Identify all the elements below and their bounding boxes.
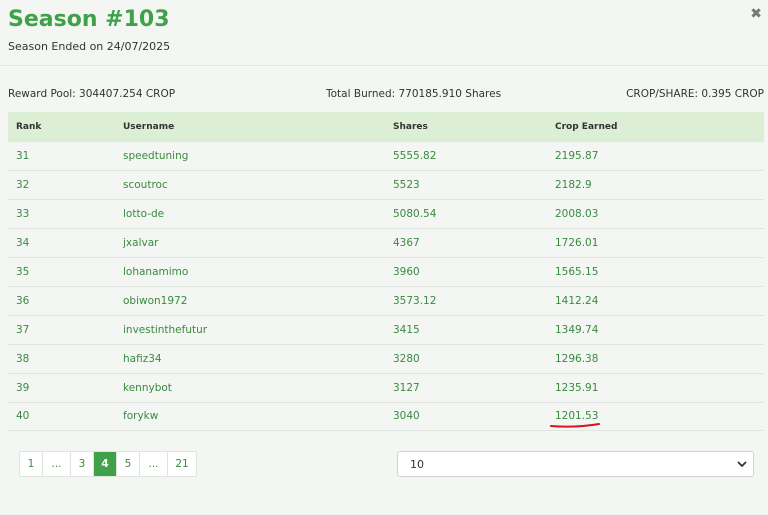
crop-earned-cell: 1412.24 [555, 294, 599, 307]
season-stats: Reward Pool: 304407.254 CROP Total Burne… [8, 88, 764, 102]
page-button-1[interactable]: 1 [20, 452, 43, 476]
table-row: 38 hafiz34 3280 1296.38 [8, 344, 764, 374]
username-cell[interactable]: investinthefutur [123, 315, 393, 344]
crop-per-share: CROP/SHARE: 0.395 CROP [626, 88, 764, 100]
season-modal: Season #103 Season Ended on 24/07/2025 ✖… [0, 0, 768, 515]
page-button-3[interactable]: 3 [71, 452, 94, 476]
column-header-shares: Shares [393, 122, 428, 132]
page-ellipsis: ... [43, 452, 71, 476]
crop-earned-cell: 1726.01 [555, 237, 599, 250]
table-row: 35 lohanamimo 3960 1565.15 [8, 258, 764, 287]
table-row: 36 obiwon1972 3573.12 1412.24 [8, 286, 764, 316]
red-underline-annotation [550, 423, 600, 429]
rank-cell: 31 [16, 150, 30, 163]
shares-cell: 3127 [393, 381, 420, 394]
season-end-date: Season Ended on 24/07/2025 [8, 40, 171, 53]
rank-cell: 39 [16, 381, 30, 394]
shares-cell: 3573.12 [393, 294, 437, 307]
username-cell[interactable]: lotto-de [123, 200, 393, 229]
username-cell[interactable]: jxalvar [123, 229, 393, 258]
username-cell[interactable]: lohanamimo [123, 258, 393, 287]
rank-cell: 36 [16, 294, 30, 307]
crop-earned-cell: 2008.03 [555, 208, 599, 221]
shares-cell: 3415 [393, 323, 420, 336]
table-header-row: Rank Username Shares Crop Earned [8, 112, 764, 142]
username-cell[interactable]: scoutroc [123, 171, 393, 200]
username-cell[interactable]: speedtuning [123, 142, 393, 171]
reward-pool: Reward Pool: 304407.254 CROP [8, 88, 176, 100]
close-icon[interactable]: ✖ [750, 7, 762, 21]
column-header-username: Username [123, 122, 175, 132]
chevron-down-icon [737, 461, 747, 467]
total-burned: Total Burned: 770185.910 Shares [326, 88, 502, 100]
page-size-select[interactable]: 10 [397, 451, 754, 477]
season-title: Season #103 [8, 7, 170, 32]
page-button-4[interactable]: 4 [94, 452, 117, 476]
username-cell[interactable]: hafiz34 [123, 344, 393, 373]
rank-cell: 35 [16, 266, 30, 278]
leaderboard-table: Rank Username Shares Crop Earned 31 speed… [8, 112, 764, 431]
username-cell[interactable]: forykw [123, 402, 393, 431]
crop-earned-cell: 2182.9 [555, 179, 592, 192]
column-header-rank: Rank [16, 122, 42, 132]
table-row: 39 kennybot 3127 1235.91 [8, 373, 764, 403]
table-row: 33 lotto-de 5080.54 2008.03 [8, 200, 764, 229]
shares-cell: 3280 [393, 352, 420, 365]
table-row: 37 investinthefutur 3415 1349.74 [8, 315, 764, 345]
column-header-crop-earned: Crop Earned [555, 122, 618, 132]
shares-cell: 5080.54 [393, 208, 437, 221]
page-ellipsis: ... [140, 452, 168, 476]
table-row: 31 speedtuning 5555.82 2195.87 [8, 142, 764, 171]
shares-cell: 3040 [393, 410, 420, 423]
crop-earned-cell: 1235.91 [555, 381, 599, 394]
highlighted-crop-value: 1201.53 [550, 410, 600, 429]
crop-earned-cell: 1565.15 [555, 266, 599, 278]
page-size-value: 10 [410, 457, 424, 471]
shares-cell: 5523 [393, 179, 420, 192]
rank-cell: 33 [16, 208, 30, 221]
page-button-21[interactable]: 21 [168, 452, 196, 476]
crop-earned-cell: 2195.87 [555, 150, 599, 163]
modal-header: Season #103 Season Ended on 24/07/2025 ✖ [0, 0, 768, 66]
shares-cell: 3960 [393, 266, 420, 278]
pagination: 1... 3 4 5... 21 [19, 451, 197, 477]
crop-earned-cell: 1296.38 [555, 352, 599, 365]
rank-cell: 37 [16, 323, 30, 336]
page-button-5[interactable]: 5 [117, 452, 140, 476]
rank-cell: 34 [16, 237, 30, 250]
table-row: 32 scoutroc 5523 2182.9 [8, 171, 764, 200]
shares-cell: 5555.82 [393, 150, 437, 163]
rank-cell: 38 [16, 352, 30, 365]
table-row: 40 forykw 3040 1201.53 [8, 402, 764, 431]
rank-cell: 32 [16, 179, 30, 192]
rank-cell: 40 [16, 410, 30, 423]
shares-cell: 4367 [393, 237, 420, 250]
table-row: 34 jxalvar 4367 1726.01 [8, 229, 764, 258]
username-cell[interactable]: obiwon1972 [123, 286, 393, 315]
crop-earned-cell: 1349.74 [555, 323, 599, 336]
crop-earned-cell: 1201.53 [550, 402, 764, 431]
username-cell[interactable]: kennybot [123, 373, 393, 402]
